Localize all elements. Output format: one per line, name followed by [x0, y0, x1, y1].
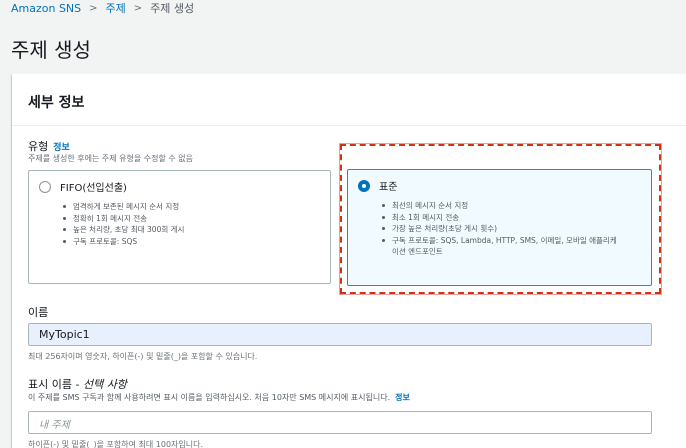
- list-item: 최소 1회 메시지 전송: [380, 212, 641, 224]
- breadcrumb-current: 주제 생성: [150, 2, 195, 15]
- standard-feature-list: 최선의 메시지 순서 지정 최소 1회 메시지 전송 가장 높은 처리량(초당 …: [380, 200, 641, 258]
- display-name-label: 표시 이름 -: [28, 378, 83, 391]
- chevron-right-icon: >: [89, 2, 98, 14]
- display-name-description-row: 이 주제를 SMS 구독과 함께 사용하려면 표시 이름을 입력하십시오. 처음…: [28, 392, 410, 403]
- type-label: 유형: [28, 140, 49, 153]
- breadcrumb-sns-link[interactable]: Amazon SNS: [11, 2, 81, 15]
- fifo-feature-list: 엄격하게 보존된 메시지 순서 지정 정확히 1회 메시지 전송 높은 처리량,…: [61, 201, 320, 247]
- type-info-link[interactable]: 정보: [53, 143, 70, 153]
- chevron-right-icon: >: [133, 2, 143, 14]
- details-panel: 세부 정보 유형 정보 주제를 생성한 후에는 주제 유형을 수정할 수 없음 F…: [12, 74, 686, 448]
- list-item: 높은 처리량, 초당 최대 300회 게시: [61, 224, 320, 236]
- standard-option-title: 표준: [379, 182, 398, 193]
- display-name-hint: 하이픈(-) 및 밑줄(_)을 포함하여 최대 100자입니다.: [28, 440, 204, 448]
- name-label: 이름: [28, 306, 49, 319]
- type-label-row: 유형 정보: [28, 138, 70, 154]
- name-hint: 최대 256자이며 영숫자, 하이픈(-) 및 밑줄(_)을 포함할 수 있습니…: [28, 352, 258, 361]
- fifo-option-title: FIFO(선입선출): [60, 183, 127, 194]
- fifo-option-tile[interactable]: FIFO(선입선출) 엄격하게 보존된 메시지 순서 지정 정확히 1회 메시지…: [28, 170, 331, 284]
- list-item: 구독 프로토콜: SQS, Lambda, HTTP, SMS, 이메일, 모바…: [380, 235, 620, 258]
- page-title: 주제 생성: [11, 38, 91, 62]
- fifo-radio[interactable]: [39, 180, 51, 193]
- display-name-info-link[interactable]: 정보: [395, 393, 410, 402]
- standard-option-tile[interactable]: 표준 최선의 메시지 순서 지정 최소 1회 메시지 전송 가장 높은 처리량(…: [347, 169, 652, 286]
- list-item: 구독 프로토콜: SQS: [61, 236, 320, 248]
- list-item: 최선의 메시지 순서 지정: [380, 200, 641, 212]
- list-item: 엄격하게 보존된 메시지 순서 지정: [61, 201, 320, 213]
- list-item: 정확히 1회 메시지 전송: [61, 213, 320, 225]
- display-name-description: 이 주제를 SMS 구독과 함께 사용하려면 표시 이름을 입력하십시오. 처음…: [28, 393, 391, 402]
- name-input[interactable]: MyTopic1: [28, 323, 652, 346]
- list-item: 가장 높은 처리량(초당 게시 횟수): [380, 223, 641, 235]
- type-description: 주제를 생성한 후에는 주제 유형을 수정할 수 없음: [28, 154, 193, 163]
- panel-title: 세부 정보: [12, 74, 686, 126]
- standard-radio[interactable]: [358, 179, 370, 192]
- optional-label: 선택 사항: [82, 378, 127, 391]
- breadcrumb: Amazon SNS > 주제 > 주제 생성: [11, 0, 194, 16]
- display-name-label-row: 표시 이름 - 선택 사항: [28, 376, 127, 392]
- display-name-input[interactable]: 내 주제: [28, 411, 652, 434]
- breadcrumb-topics-link[interactable]: 주제: [106, 0, 126, 16]
